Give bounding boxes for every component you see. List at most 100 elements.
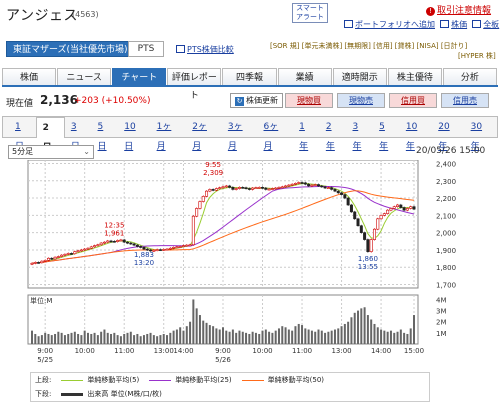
range-11[interactable]: 3年 [347, 117, 374, 152]
volume-bar [159, 335, 162, 344]
range-12[interactable]: 5年 [373, 117, 400, 152]
volume-bar [146, 333, 149, 344]
annotation-time: 13:20 [134, 259, 154, 267]
candle-body [33, 262, 37, 264]
tab-4[interactable]: 四季報 [222, 68, 277, 85]
candle-body [188, 244, 192, 247]
tab-5[interactable]: 業績 [277, 68, 332, 85]
sell-margin-button[interactable]: 信用売 [441, 93, 489, 108]
candle-body [300, 182, 304, 184]
tab-1[interactable]: ニュース [57, 68, 112, 85]
candle-body [93, 245, 97, 248]
candle-body [396, 204, 400, 208]
candle-body [270, 188, 274, 190]
tab-3[interactable]: 評価レポート [167, 68, 222, 101]
candle-body [293, 183, 297, 185]
legend-lower-label: 下段: [35, 390, 52, 398]
volume-bar [63, 335, 66, 344]
candle-body [244, 187, 248, 189]
volume-bar [189, 321, 192, 344]
smart-alert-button[interactable]: スマート アラート [292, 3, 328, 23]
range-1[interactable]: 2日 [35, 116, 65, 153]
price-label: 現在値 [6, 99, 34, 109]
ma25-swatch [149, 379, 172, 381]
interval-select[interactable]: 5分足 ⌄ [8, 145, 94, 159]
tab-0[interactable]: 株価 [2, 68, 57, 85]
x-tick-label: 9:00 [37, 347, 53, 355]
candle-body [234, 188, 238, 190]
y-tick-label: 1,800 [436, 264, 456, 272]
y-tick-label: 1,700 [436, 282, 456, 290]
stock-link[interactable]: 株価 [451, 20, 467, 29]
range-10[interactable]: 2年 [320, 117, 347, 152]
annotation-value: 1,961 [104, 229, 124, 237]
y-tick-label: 2,400 [436, 160, 456, 168]
candle-body [333, 189, 337, 192]
market-select-button[interactable]: 東証マザーズ(当社優先市場) [6, 41, 135, 57]
volume-bar [139, 336, 142, 344]
volume-bar [337, 328, 340, 344]
volume-bar [274, 330, 277, 344]
range-4[interactable]: 10日 [118, 117, 150, 152]
volume-bar [136, 333, 139, 344]
buy-margin-button[interactable]: 信用買 [389, 93, 437, 108]
range-15[interactable]: 30年 [465, 117, 497, 152]
candle-body [277, 187, 281, 189]
range-7[interactable]: 3ヶ月 [222, 117, 258, 152]
x-tick-label: 10:00 [75, 347, 95, 355]
volume-bar [393, 332, 396, 344]
range-13[interactable]: 10年 [400, 117, 432, 152]
legend-ma5: 単純移動平均(5) [61, 373, 139, 387]
volume-bar [218, 329, 221, 344]
volume-swatch [61, 392, 84, 396]
candle-body [66, 253, 70, 255]
volume-bar [245, 332, 248, 344]
range-5[interactable]: 1ヶ月 [151, 117, 187, 152]
candle-body [330, 187, 334, 190]
trade-caution-link[interactable]: ! 取引注意情報 [426, 3, 491, 16]
tab-6[interactable]: 適時開示 [332, 68, 387, 85]
add-portfolio-link[interactable]: ポートフォリオへ追加 [355, 20, 435, 29]
candle-body [392, 206, 396, 209]
volume-bar [399, 329, 402, 344]
buy-spot-button[interactable]: 現物買 [285, 93, 333, 108]
volume-bar [396, 331, 399, 344]
tab-8[interactable]: 分析 [442, 68, 497, 85]
volume-bar [31, 330, 33, 344]
volume-bar [251, 331, 254, 344]
volume-bar [175, 329, 178, 344]
refresh-icon: ↻ [235, 97, 244, 106]
volume-bar [347, 321, 350, 344]
volume-bar [370, 319, 373, 344]
volume-bar [333, 329, 336, 344]
range-14[interactable]: 20年 [432, 117, 464, 152]
range-8[interactable]: 6ヶ月 [258, 117, 294, 152]
full-board-link[interactable]: 全板 [483, 20, 499, 29]
volume-bar [57, 331, 60, 344]
range-9[interactable]: 1年 [293, 117, 320, 152]
range-3[interactable]: 5日 [92, 117, 119, 152]
x-tick-label: 14:00 [173, 347, 193, 355]
candle-body [280, 186, 284, 189]
volume-bar [44, 332, 47, 344]
volume-bar [152, 335, 155, 344]
legend-ma25: 単純移動平均(25) [149, 373, 232, 387]
annotation-time: 9:55 [205, 161, 221, 169]
tab-2[interactable]: チャート [112, 68, 167, 85]
volume-bar [205, 322, 208, 344]
range-0[interactable]: 1日 [9, 117, 36, 152]
update-price-button[interactable]: ↻ 株価更新 [230, 93, 283, 108]
tab-7[interactable]: 株主優待 [387, 68, 442, 85]
sell-spot-button[interactable]: 現物売 [337, 93, 385, 108]
volume-bar [327, 331, 330, 344]
candle-body [409, 206, 413, 209]
candle-body [356, 218, 360, 227]
volume-bar [324, 332, 327, 344]
candle-body [198, 201, 202, 209]
candle-body [201, 196, 205, 202]
range-6[interactable]: 2ヶ月 [186, 117, 222, 152]
candle-body [254, 187, 258, 189]
range-2[interactable]: 3日 [65, 117, 92, 152]
pts-compare-link[interactable]: PTS株価比較 [187, 45, 234, 54]
pts-button[interactable]: PTS [128, 41, 164, 57]
